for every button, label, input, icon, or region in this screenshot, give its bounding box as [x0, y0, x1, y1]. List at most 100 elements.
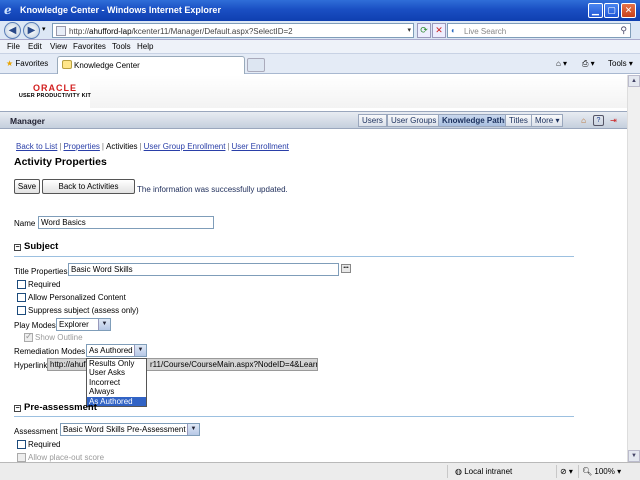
manager-bar: Manager Users User Groups Knowledge Path…	[0, 111, 627, 129]
play-modes-label: Play Modes	[14, 321, 56, 330]
pre-required-checkbox[interactable]	[17, 440, 26, 449]
chevron-down-icon: ▼	[187, 424, 199, 435]
protected-mode-icon[interactable]: ⊘ ▾	[560, 467, 573, 476]
user-group-enrollment-link[interactable]: User Group Enrollment	[144, 142, 226, 151]
stop-icon[interactable]: ✕	[432, 23, 446, 38]
save-button[interactable]: Save	[14, 179, 40, 194]
user-enrollment-link[interactable]: User Enrollment	[232, 142, 289, 151]
menu-edit[interactable]: Edit	[28, 42, 42, 51]
tab-more[interactable]: More ▾	[531, 114, 564, 127]
vertical-scrollbar[interactable]: ▲ ▼	[627, 75, 640, 462]
activities-current: Activities	[105, 142, 138, 151]
favorites-button[interactable]: ★ Favorites	[6, 59, 48, 68]
tools-button[interactable]: Tools ▾	[608, 59, 633, 68]
logout-icon[interactable]: ⇥	[608, 115, 619, 126]
favorites-bar: ★ Favorites Knowledge Center ⌂ ▾ ⎙ ▾ Too…	[0, 54, 640, 74]
address-dropdown-icon[interactable]: ▾	[407, 26, 411, 34]
tab-knowledge-paths[interactable]: Knowledge Paths	[438, 114, 513, 127]
assessment-select[interactable]: Basic Word Skills Pre-Assessment ▼	[60, 423, 200, 436]
print-icon[interactable]: ⎙ ▾	[582, 59, 595, 69]
search-input[interactable]: ◐ Live Search ⚲	[447, 23, 631, 38]
remediation-dropdown-list[interactable]: Results Only User Asks Incorrect Always …	[86, 358, 147, 407]
address-input[interactable]: http://ahufford-lap/kcenter11/Manager/De…	[52, 23, 414, 38]
tab-users[interactable]: Users	[358, 114, 387, 127]
option-user-asks[interactable]: User Asks	[87, 368, 146, 377]
close-button[interactable]: ✕	[621, 3, 636, 18]
back-button[interactable]: ◀	[4, 22, 21, 39]
zone-status: ◍ Local intranet	[455, 467, 513, 476]
allow-personalized-checkbox[interactable]	[17, 293, 26, 302]
address-toolbar: ◀ ▶ ▾ http://ahufford-lap/kcenter11/Mana…	[0, 21, 640, 40]
new-tab-button[interactable]	[247, 58, 265, 72]
assessment-label: Assessment	[14, 427, 58, 436]
option-results-only[interactable]: Results Only	[87, 359, 146, 368]
menu-tools[interactable]: Tools	[112, 42, 131, 51]
menu-help[interactable]: Help	[137, 42, 153, 51]
required-label: Required	[28, 280, 61, 289]
play-modes-select[interactable]: Explorer ▼	[56, 318, 111, 331]
zoom-control[interactable]: 🔍︎ 100% ▾	[582, 467, 621, 476]
nav-history-dropdown-icon[interactable]: ▾	[42, 25, 46, 33]
forward-button[interactable]: ▶	[23, 22, 40, 39]
star-icon: ★	[6, 59, 14, 68]
search-placeholder: Live Search	[464, 27, 507, 36]
properties-link[interactable]: Properties	[63, 142, 99, 151]
logo-brand: ORACLE	[33, 83, 77, 93]
menu-bar: File Edit View Favorites Tools Help	[0, 40, 640, 54]
tab-titles[interactable]: Titles	[505, 114, 532, 127]
suppress-subject-label: Suppress subject (assess only)	[28, 306, 139, 315]
chevron-down-icon: ▼	[134, 345, 146, 356]
preassessment-section-header[interactable]: − Pre-assessment	[14, 402, 97, 413]
title-properties-input[interactable]: Basic Word Skills	[68, 263, 339, 276]
menu-file[interactable]: File	[7, 42, 20, 51]
maximize-button[interactable]: ▢	[604, 3, 619, 18]
tab-title: Knowledge Center	[74, 61, 140, 70]
show-outline-checkbox	[24, 331, 33, 342]
scroll-down-icon[interactable]: ▼	[628, 450, 640, 462]
search-icon[interactable]: ⚲	[620, 25, 627, 36]
name-label: Name	[14, 219, 36, 228]
success-message: The information was successfully updated…	[137, 185, 288, 194]
minimize-button[interactable]: ▁	[588, 3, 603, 18]
scroll-up-icon[interactable]: ▲	[628, 75, 640, 87]
page-content: ORACLE USER PRODUCTIVITY KIT Manager Use…	[0, 75, 627, 462]
subject-section-header[interactable]: − Subject	[14, 241, 58, 252]
suppress-subject-checkbox[interactable]	[17, 306, 26, 315]
manager-title: Manager	[10, 116, 45, 126]
allow-personalized-label: Allow Personalized Content	[28, 293, 126, 302]
hyperlink-label: Hyperlink	[14, 361, 48, 370]
pre-required-label: Required	[28, 440, 61, 449]
required-checkbox[interactable]	[17, 280, 26, 289]
help-icon[interactable]: ?	[593, 115, 604, 126]
name-input[interactable]: Word Basics	[38, 216, 214, 229]
chevron-down-icon: ▼	[98, 319, 110, 330]
remediation-modes-label: Remediation Modes	[14, 347, 86, 356]
logo-subtitle: USER PRODUCTIVITY KIT	[18, 93, 92, 99]
page-title: Activity Properties	[14, 156, 107, 168]
browser-tab[interactable]: Knowledge Center	[57, 56, 245, 74]
collapse-icon[interactable]: −	[14, 244, 21, 251]
option-incorrect[interactable]: Incorrect	[87, 378, 146, 387]
show-outline-label: Show Outline	[35, 333, 83, 342]
home-dropdown-icon[interactable]: ⌂ ▾	[556, 59, 567, 68]
menu-view[interactable]: View	[50, 42, 67, 51]
header-strip	[90, 75, 627, 108]
subject-divider	[14, 256, 574, 257]
title-bar: ℯ Knowledge Center - Windows Internet Ex…	[0, 0, 640, 21]
back-to-activities-button[interactable]: Back to Activities	[42, 179, 135, 194]
allow-placeout-checkbox	[17, 453, 26, 462]
home-icon[interactable]: ⌂	[578, 115, 589, 126]
oracle-logo: ORACLE USER PRODUCTIVITY KIT	[18, 83, 92, 99]
title-picker-icon[interactable]: •••	[341, 264, 351, 273]
tab-user-groups[interactable]: User Groups	[387, 114, 441, 127]
option-always[interactable]: Always	[87, 387, 146, 396]
window-title: Knowledge Center - Windows Internet Expl…	[20, 5, 221, 15]
menu-favorites[interactable]: Favorites	[73, 42, 106, 51]
tab-page-icon	[62, 60, 72, 69]
breadcrumb: Back to List | Properties | Activities | User …	[16, 142, 289, 151]
remediation-modes-select[interactable]: As Authored ▼	[86, 344, 147, 357]
collapse-icon[interactable]: −	[14, 405, 21, 412]
page-icon	[56, 26, 66, 36]
back-to-list-link[interactable]: Back to List	[16, 142, 57, 151]
refresh-icon[interactable]: ⟳	[417, 23, 431, 38]
